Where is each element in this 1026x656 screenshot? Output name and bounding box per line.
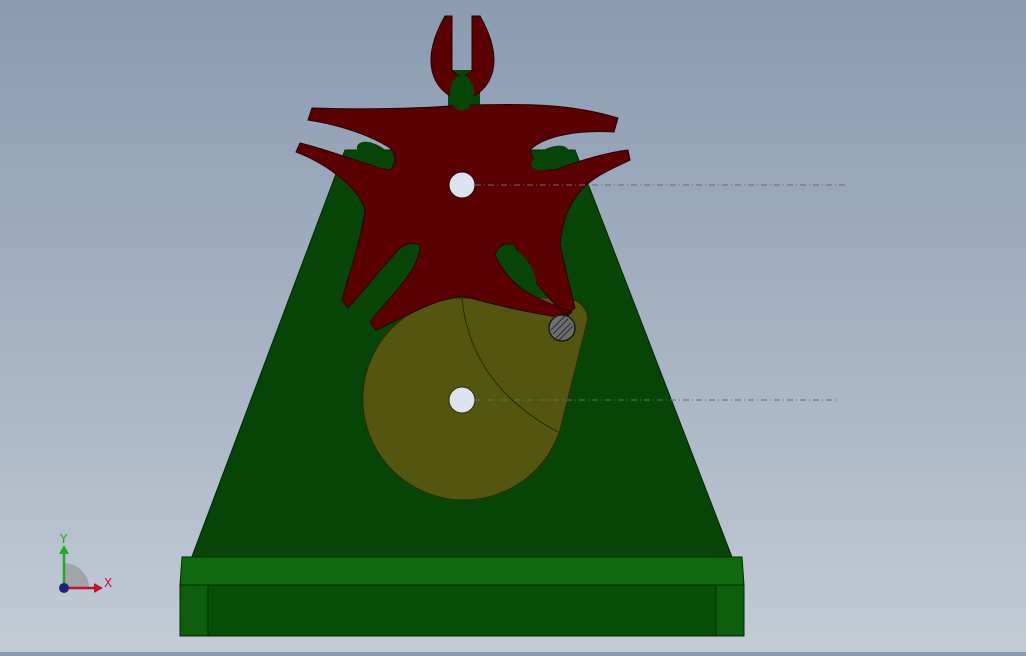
- reference-triad[interactable]: Y X: [59, 532, 112, 593]
- cad-viewport[interactable]: Y X: [0, 0, 1026, 652]
- base-right-edge: [715, 584, 745, 637]
- base-front-face[interactable]: [179, 584, 745, 637]
- drive-disk-hole: [448, 386, 476, 414]
- y-arrow-head: [59, 545, 69, 554]
- y-axis-label: Y: [59, 532, 68, 546]
- x-arrow-head: [94, 583, 103, 593]
- geneva-wheel-hole: [448, 171, 476, 199]
- triad-origin: [59, 583, 69, 593]
- triad-arc-shading: [64, 563, 89, 588]
- geneva-slot-top: [450, 75, 474, 111]
- cad-scene: Y X: [59, 15, 845, 637]
- base-left-edge: [179, 584, 209, 637]
- base-top-face[interactable]: [179, 556, 745, 586]
- x-axis-label: X: [104, 576, 112, 590]
- drive-pin[interactable]: [548, 314, 576, 342]
